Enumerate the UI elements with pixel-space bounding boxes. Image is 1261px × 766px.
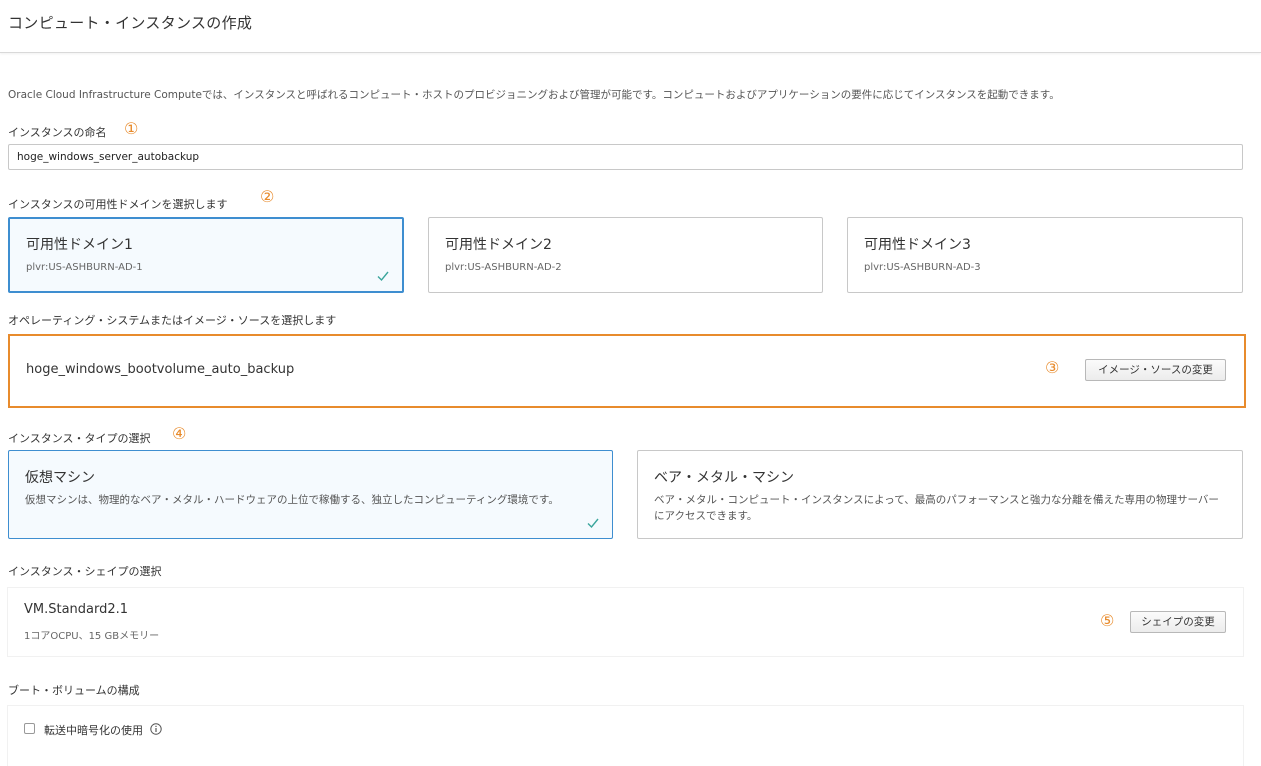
page-header: コンピュート・インスタンスの作成: [0, 0, 1261, 53]
ad-card-subtitle: plvr:US-ASHBURN-AD-2: [445, 262, 562, 273]
availability-domain-card-2[interactable]: 可用性ドメイン2 plvr:US-ASHBURN-AD-2: [428, 217, 823, 293]
marker-2: ②: [260, 187, 275, 206]
check-icon: [587, 518, 599, 529]
instance-type-card-vm[interactable]: 仮想マシン 仮想マシンは、物理的なベア・メタル・ハードウェアの上位で稼働する、独…: [8, 450, 613, 539]
marker-3: ③: [1045, 358, 1060, 377]
instance-type-description: 仮想マシンは、物理的なベア・メタル・ハードウェアの上位で稼働する、独立したコンピ…: [25, 494, 559, 506]
instance-type-card-bare-metal[interactable]: ベア・メタル・マシン ベア・メタル・コンピュート・インスタンスによって、最高のパ…: [637, 450, 1243, 539]
shape-name: VM.Standard2.1: [24, 602, 129, 617]
boot-volume-label: ブート・ボリュームの構成: [8, 684, 140, 697]
change-image-source-button[interactable]: イメージ・ソースの変更: [1085, 359, 1226, 381]
instance-shape-label: インスタンス・シェイプの選択: [8, 565, 162, 578]
in-transit-encryption-label: 転送中暗号化の使用: [44, 724, 143, 737]
instance-name-input[interactable]: hoge_windows_server_autobackup: [8, 144, 1243, 170]
ad-card-subtitle: plvr:US-ASHBURN-AD-3: [864, 262, 981, 273]
instance-type-description: ベア・メタル・コンピュート・インスタンスによって、最高のパフォーマンスと強力な分…: [654, 494, 1219, 522]
image-source-label: オペレーティング・システムまたはイメージ・ソースを選択します: [8, 314, 337, 327]
marker-5: ⑤: [1100, 611, 1115, 630]
shape-detail: 1コアOCPU、15 GBメモリー: [24, 631, 160, 642]
in-transit-encryption-checkbox[interactable]: [24, 723, 35, 734]
availability-domain-label: インスタンスの可用性ドメインを選択します: [8, 198, 228, 211]
check-icon: [377, 271, 389, 282]
boot-volume-panel: 転送中暗号化の使用: [8, 706, 1243, 766]
info-icon[interactable]: [150, 723, 162, 735]
instance-type-label: インスタンス・タイプの選択: [8, 432, 151, 445]
instance-name-label: インスタンスの命名: [8, 126, 107, 139]
ad-card-title: 可用性ドメイン2: [445, 237, 552, 253]
availability-domain-card-3[interactable]: 可用性ドメイン3 plvr:US-ASHBURN-AD-3: [847, 217, 1243, 293]
instance-type-title: ベア・メタル・マシン: [654, 470, 794, 486]
ad-card-subtitle: plvr:US-ASHBURN-AD-1: [26, 262, 143, 273]
marker-1: ①: [124, 119, 139, 138]
image-source-name: hoge_windows_bootvolume_auto_backup: [26, 362, 295, 377]
change-shape-button[interactable]: シェイプの変更: [1130, 611, 1226, 633]
instance-shape-panel: VM.Standard2.1 1コアOCPU、15 GBメモリー: [8, 588, 1243, 656]
ad-card-title: 可用性ドメイン1: [26, 237, 133, 253]
marker-4: ④: [172, 424, 187, 443]
availability-domain-card-1[interactable]: 可用性ドメイン1 plvr:US-ASHBURN-AD-1: [8, 217, 404, 293]
intro-text: Oracle Cloud Infrastructure Computeでは、イン…: [8, 89, 1060, 101]
page-title: コンピュート・インスタンスの作成: [8, 14, 253, 32]
ad-card-title: 可用性ドメイン3: [864, 237, 971, 253]
image-source-panel: hoge_windows_bootvolume_auto_backup: [8, 334, 1246, 408]
instance-type-title: 仮想マシン: [25, 470, 95, 486]
